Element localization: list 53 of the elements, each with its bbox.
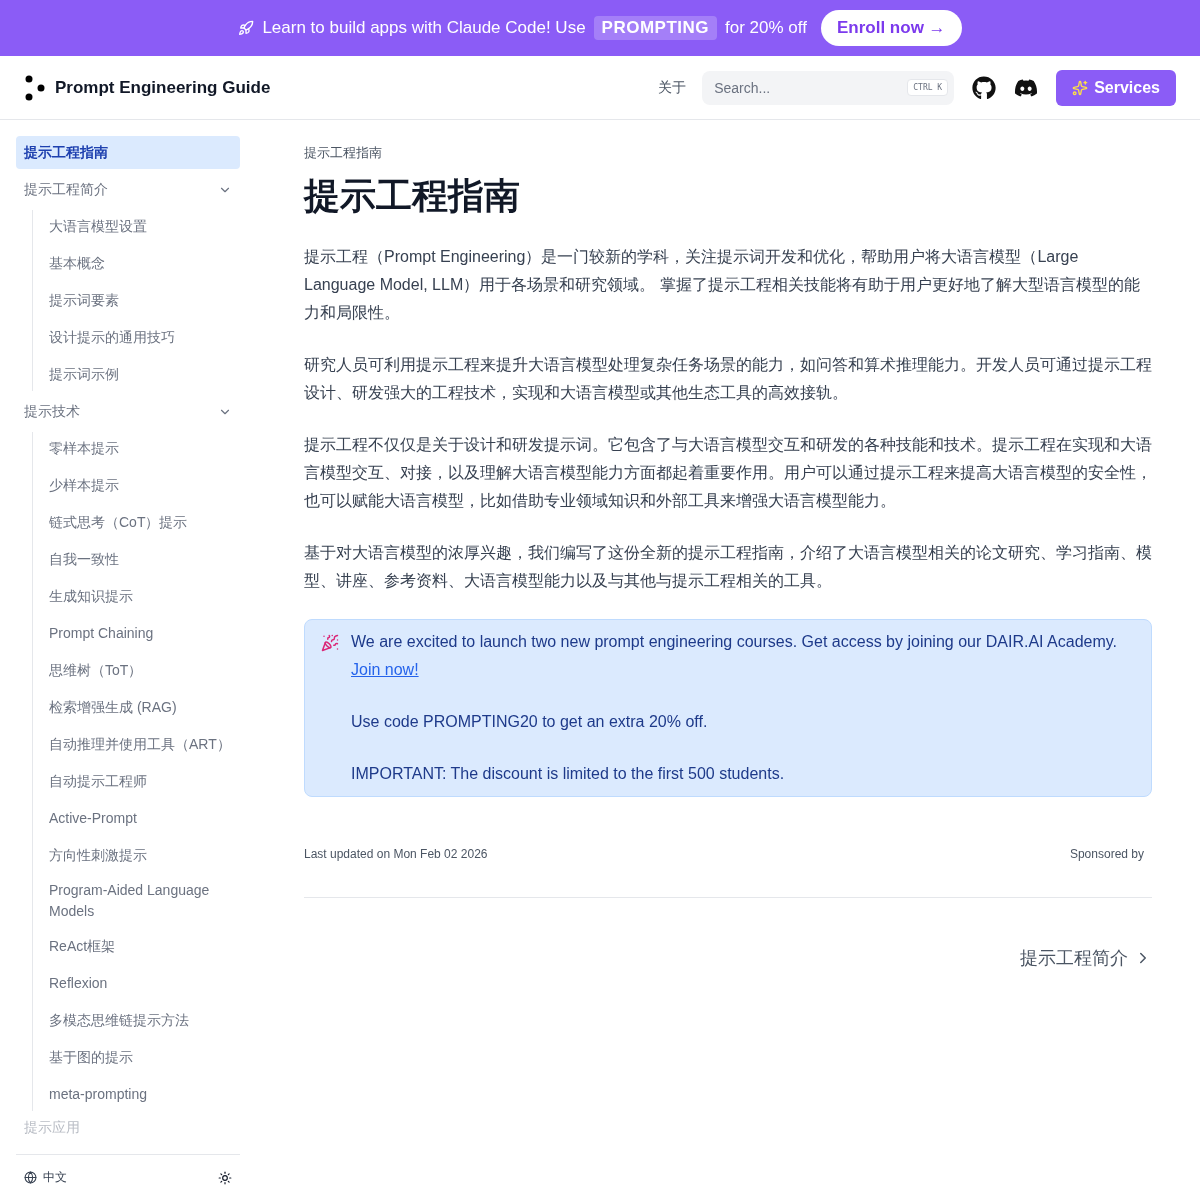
sponsored-label: Sponsored by <box>1069 847 1144 861</box>
sidebar-item[interactable]: 基本概念 <box>41 247 240 280</box>
party-popper-icon <box>321 634 339 652</box>
next-page-link[interactable]: 提示工程简介 <box>304 946 1152 970</box>
sidebar-item[interactable]: 提示词示例 <box>41 358 240 391</box>
join-link[interactable]: Join now! <box>351 661 419 678</box>
sidebar-item[interactable]: 自我一致性 <box>41 543 240 576</box>
callout-text: Use code PROMPTING20 to get an extra 20% off. <box>351 712 709 732</box>
sidebar-item[interactable]: Program-Aided Language Models <box>41 876 240 926</box>
site-title[interactable]: Prompt Engineering Guide <box>55 77 271 98</box>
banner-text: Learn to build apps with Claude Code! Use <box>262 18 586 38</box>
sidebar-item[interactable]: Active-Prompt <box>41 802 240 835</box>
services-button[interactable]: Services <box>1056 69 1176 106</box>
sidebar-item[interactable]: 提示工程指南 <box>16 136 240 169</box>
sidebar-item[interactable]: 提示工程简介 <box>16 173 240 206</box>
paragraph: 提示工程不仅仅是关于设计和研发提示词。它包含了与大语言模型交互和研发的各种技能和技术。提示工程在实现和大语言模型交互、对接，以及理解大语言模型能力方面都起着重要作用。用户可以通过提示工程来提高大语言模型的安全性，也可以赋能大语言模型，比如借助专业领域知识和外部工具来增强大语言模型能力。 <box>304 435 1152 511</box>
sidebar-item[interactable]: Reflexion <box>41 967 240 1000</box>
sidebar-item[interactable]: 多模态思维链提示方法 <box>41 1004 240 1037</box>
sidebar-item[interactable]: 设计提示的通用技巧 <box>41 321 240 354</box>
enroll-button[interactable]: Enroll now → <box>820 10 962 46</box>
sidebar-item[interactable]: 大语言模型设置 <box>41 210 240 243</box>
paragraph: 基于对大语言模型的浓厚兴趣，我们编写了这份全新的提示工程指南，介绍了大语言模型相关的论文研究、学习指南、模型、讲座、参考资料、大语言模型能力以及与其他与提示工程相关的工具。 <box>304 543 1152 591</box>
sidebar-item[interactable]: 生成知识提示 <box>41 580 240 613</box>
breadcrumb: 提示工程指南 <box>304 144 383 162</box>
sidebar-item[interactable]: 基于图的提示 <box>41 1041 240 1074</box>
sidebar-item[interactable]: 自动提示工程师 <box>41 765 240 798</box>
globe-icon <box>24 1171 37 1184</box>
callout-text: IMPORTANT: The discount is limited to the first 500 students. <box>351 764 786 784</box>
promo-code: PROMPTING <box>593 16 718 40</box>
language-button[interactable]: 中文 <box>24 1169 67 1186</box>
about-link[interactable]: 关于 <box>658 78 687 97</box>
theme-toggle-icon[interactable] <box>218 1170 232 1185</box>
sidebar-item[interactable]: Prompt Chaining <box>41 617 240 650</box>
sparkles-icon <box>1072 79 1089 96</box>
sidebar-item[interactable]: 链式思考（CoT）提示 <box>41 506 240 539</box>
callout-text: We are excited to launch two new prompt engineering courses. Get access by joining our DAIR.AI Academy. Join now! <box>351 632 1118 680</box>
sidebar-item[interactable]: meta-prompting <box>41 1078 240 1111</box>
sidebar-item[interactable]: 方向性刺激提示 <box>41 839 240 872</box>
paragraph: 提示工程（Prompt Engineering）是一门较新的学科，关注提示词开发和优化，帮助用户将大语言模型（Large Language Model, LLM）用于各场景和研究领域。 掌握了提示工程相关技能将有助于用户更好地了解大型语言模型的能力和局限性。 <box>304 247 1141 323</box>
rocket-icon <box>238 20 255 36</box>
sidebar-item[interactable]: 提示词要素 <box>41 284 240 317</box>
sidebar-item[interactable]: 检索增强生成 (RAG) <box>41 691 240 724</box>
sidebar-item[interactable]: 思维树（ToT） <box>41 654 240 687</box>
sidebar-item[interactable]: 少样本提示 <box>41 469 240 502</box>
last-updated: Last updated on Mon Feb 02 2026 <box>304 847 488 861</box>
paragraph: 研究人员可利用提示工程来提升大语言模型处理复杂任务场景的能力，如问答和算术推理能力。开发人员可通过提示工程设计、研发强大的工程技术，实现和大语言模型或其他生态工具的高效接轨。 <box>304 355 1152 403</box>
sidebar-item[interactable]: 自动推理并使用工具（ART） <box>41 728 240 761</box>
sidebar-item[interactable]: 零样本提示 <box>41 432 240 465</box>
github-icon[interactable] <box>972 75 997 100</box>
sidebar-item[interactable]: 提示技术 <box>16 395 240 428</box>
sidebar-item[interactable]: ReAct框架 <box>41 930 240 963</box>
page-title: 提示工程指南 <box>304 174 521 218</box>
banner-text: for 20% off <box>725 18 807 38</box>
